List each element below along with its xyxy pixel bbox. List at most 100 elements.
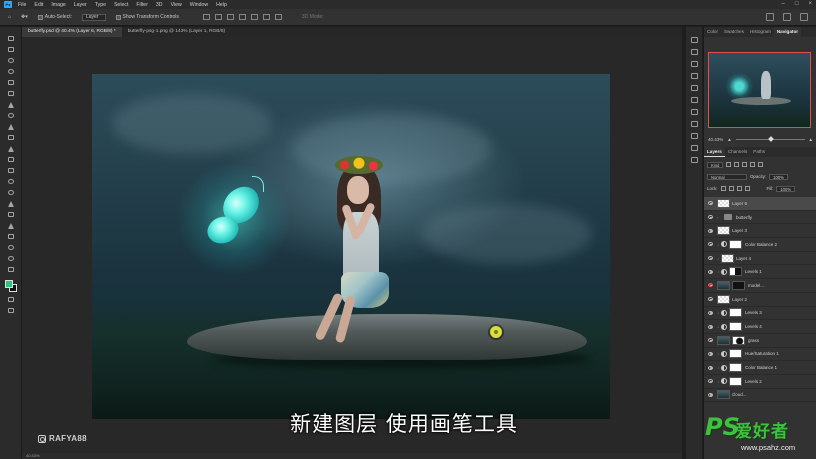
character-icon[interactable] [690,97,698,103]
zoom-slider-handle[interactable] [767,136,774,142]
filter-smart-icon[interactable] [758,162,764,167]
adjustments-icon[interactable] [690,61,698,67]
layer-name[interactable]: Layer 6 [732,201,747,206]
visibility-eye-icon[interactable] [708,215,713,220]
tab-paths[interactable]: Paths [750,147,768,157]
layer-row[interactable]: Layer 2 [704,293,816,307]
visibility-eye-icon[interactable] [708,351,713,356]
layer-row[interactable]: ↓ Levels 2 [704,375,816,389]
document-canvas[interactable] [92,74,610,419]
layer-row[interactable]: › butterfly [704,211,816,225]
move-tool-icon[interactable] [6,35,15,42]
visibility-eye-icon[interactable] [708,256,713,261]
layer-mask-thumbnail[interactable] [729,322,742,332]
layer-name[interactable]: Layer 2 [732,297,747,302]
visibility-eye-icon[interactable] [708,228,713,233]
layer-row[interactable]: ↓ Hue/Saturation 1 [704,348,816,362]
crop-tool-icon[interactable] [6,79,15,86]
layer-name[interactable]: cloud... [732,392,747,397]
more-tools-icon[interactable] [6,266,15,273]
pen-tool-icon[interactable] [6,200,15,207]
visibility-eye-icon[interactable] [708,338,713,343]
layer-row[interactable]: ↓ Color Balance 2 [704,238,816,252]
eraser-tool-icon[interactable] [6,156,15,163]
layer-mask-thumbnail[interactable] [729,308,742,318]
layer-name[interactable]: butterfly [736,215,752,220]
doc-tab-butterfly-psd[interactable]: butterfly.psd @ 40.4% (Layer 6, RGB/8) * [22,27,122,37]
layer-name[interactable]: Levels 4 [745,324,762,329]
doc-tab-butterfly-png[interactable]: butterfly-psg-1.png @ 143% (Layer 1, RGB… [122,27,231,37]
lock-all-icon[interactable] [744,186,750,191]
layer-mask-thumbnail[interactable] [729,349,742,359]
align-bottom-icon[interactable] [226,14,234,20]
layer-name[interactable]: Hue/Saturation 1 [745,351,779,356]
zoom-in-icon[interactable]: ▲ [809,137,813,142]
zoom-tool-icon[interactable] [6,255,15,262]
auto-select-checkbox[interactable] [37,14,43,20]
path-select-tool-icon[interactable] [6,222,15,229]
layer-row[interactable]: ↓ Levels 1 [704,265,816,280]
layer-mask-thumbnail[interactable] [729,363,742,373]
layer-name[interactable]: Levels 3 [745,310,762,315]
lasso-tool-icon[interactable] [6,57,15,64]
tab-swatches[interactable]: Swatches [721,27,747,37]
color-swatches[interactable] [4,280,17,292]
brush-settings-icon[interactable] [690,109,698,115]
layer-mask-thumbnail[interactable] [732,335,745,345]
visibility-eye-icon[interactable] [708,365,713,370]
brush-tool-icon[interactable] [6,123,15,130]
menu-filter[interactable]: Filter [136,2,148,8]
quick-select-tool-icon[interactable] [6,68,15,75]
layer-row[interactable]: Layer 6 [704,197,816,211]
gradient-tool-icon[interactable] [6,167,15,174]
menu-select[interactable]: Select [114,2,128,8]
blur-tool-icon[interactable] [6,178,15,185]
workspace-icon[interactable] [783,13,791,21]
history-icon[interactable] [690,37,698,43]
menu-edit[interactable]: Edit [34,2,43,8]
visibility-eye-icon[interactable] [708,201,713,206]
layer-mask-thumbnail[interactable] [732,280,745,290]
history-brush-tool-icon[interactable] [6,145,15,152]
tab-navigator[interactable]: Navigator [773,27,802,37]
layer-row[interactable]: ↓ Levels 4 [704,320,816,334]
layer-mask-thumbnail[interactable] [729,267,742,277]
align-top-icon[interactable] [202,14,210,20]
visibility-eye-icon[interactable] [708,297,713,302]
libraries-icon[interactable] [690,73,698,79]
menu-layer[interactable]: Layer [74,2,87,8]
layer-name[interactable]: model... [748,283,764,288]
home-icon[interactable]: ⌂ [8,14,11,20]
tab-channels[interactable]: Channels [725,147,750,157]
tab-color[interactable]: Color [704,27,721,37]
visibility-eye-icon[interactable] [708,392,713,397]
search-icon[interactable] [766,13,774,21]
layer-name[interactable]: Layer 4 [736,256,751,261]
show-transform-checkbox[interactable] [115,14,121,20]
filter-shape-icon[interactable] [750,162,756,167]
visibility-eye-icon[interactable] [708,324,713,329]
share-icon[interactable] [800,13,808,21]
properties-icon[interactable] [690,49,698,55]
visibility-eye-icon[interactable] [708,379,713,384]
layer-name[interactable]: Levels 1 [745,269,762,274]
menu-help[interactable]: Help [216,2,227,8]
expand-arrow-icon[interactable]: › [717,215,720,220]
visibility-eye-icon[interactable] [708,242,713,247]
lock-pixels-icon[interactable] [728,186,734,191]
filter-pixel-icon[interactable] [726,162,732,167]
menu-3d[interactable]: 3D [156,2,163,8]
filter-type-icon[interactable] [742,162,748,167]
visibility-eye-icon[interactable] [708,283,713,288]
menu-file[interactable]: File [18,2,26,8]
actions-icon[interactable] [690,133,698,139]
lock-position-icon[interactable] [736,186,742,191]
quick-mask-icon[interactable] [6,296,15,303]
menu-view[interactable]: View [171,2,182,8]
layer-name[interactable]: Levels 2 [745,379,762,384]
screen-mode-icon[interactable] [6,307,15,314]
maximize-icon[interactable]: □ [795,1,799,7]
visibility-eye-icon[interactable] [708,310,713,315]
layer-row[interactable]: Layer 3 [704,224,816,239]
styles-icon[interactable] [690,121,698,127]
